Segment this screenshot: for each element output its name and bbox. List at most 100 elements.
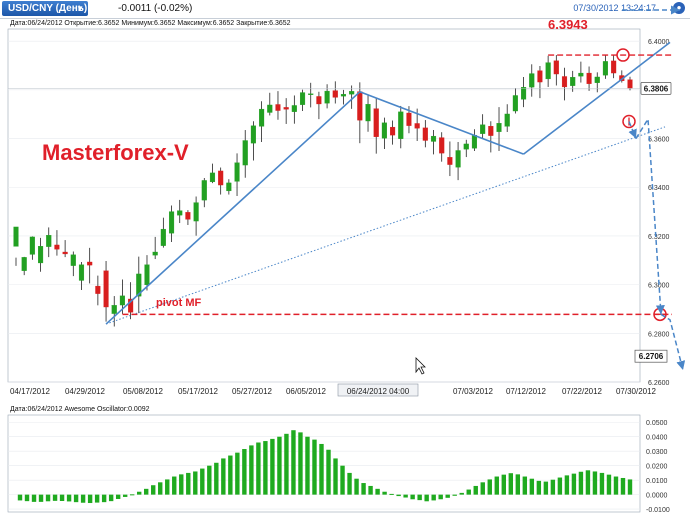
oscillator-bar bbox=[592, 471, 598, 495]
cursor-price-label: 6.2706 bbox=[639, 352, 664, 361]
candle-body bbox=[226, 182, 232, 192]
x-tick-label: 05/27/2012 bbox=[232, 387, 273, 396]
candle-body bbox=[299, 92, 306, 105]
oscillator-bar bbox=[431, 494, 436, 501]
oscillator-bar bbox=[298, 432, 303, 495]
oscillator-bar bbox=[487, 479, 492, 495]
oscillator-bar bbox=[564, 475, 570, 495]
oscillator-bar bbox=[172, 476, 177, 495]
candle-body bbox=[553, 60, 559, 75]
x-tick-label: 05/17/2012 bbox=[178, 387, 219, 396]
candle-body bbox=[87, 261, 93, 266]
x-tick-label: 06/05/2012 bbox=[286, 387, 327, 396]
candle-body bbox=[398, 111, 404, 139]
candle-body bbox=[488, 125, 494, 136]
candle-body bbox=[54, 244, 60, 250]
oscillator-bar bbox=[52, 494, 58, 501]
oscillator-bar bbox=[452, 494, 457, 496]
candle-body bbox=[209, 172, 216, 183]
oscillator-bar bbox=[522, 476, 528, 495]
oscillator-bar bbox=[585, 470, 591, 495]
candle-body bbox=[561, 76, 568, 88]
oscillator-bar bbox=[508, 473, 514, 495]
oscillator-bar bbox=[459, 492, 464, 495]
oscillator-bar bbox=[326, 449, 331, 495]
oscillator-bar bbox=[80, 494, 86, 503]
oscillator-bar bbox=[249, 445, 254, 495]
candle-body bbox=[242, 140, 248, 166]
oscillator-bar bbox=[613, 476, 619, 495]
candle-body bbox=[414, 123, 420, 129]
price-tick-label: 6.2600 bbox=[648, 380, 670, 387]
oscillator-bar bbox=[24, 494, 30, 502]
oscillator-bar bbox=[158, 482, 163, 495]
oscillator-bar bbox=[129, 494, 135, 496]
price-tick-label: 6.2800 bbox=[648, 331, 670, 338]
osc-tick-label: 0.0000 bbox=[646, 493, 668, 500]
candle-body bbox=[13, 226, 19, 247]
oscillator-bar bbox=[480, 482, 485, 495]
candle-body bbox=[259, 108, 265, 127]
candle-body bbox=[586, 72, 592, 84]
price-chart[interactable]: 6.40006.38006.36006.34006.32006.30006.28… bbox=[0, 0, 690, 522]
oscillator-bar bbox=[38, 494, 44, 502]
candle-body bbox=[512, 95, 518, 112]
oscillator-bar bbox=[115, 494, 121, 499]
peak-price-label: 6.3943 bbox=[548, 17, 588, 32]
price-tick-label: 6.3600 bbox=[648, 137, 670, 144]
oscillator-bar bbox=[221, 458, 226, 495]
oscillator-bar bbox=[270, 438, 275, 495]
candle-body bbox=[430, 135, 437, 142]
oscillator-bar bbox=[354, 478, 359, 495]
oscillator-bar bbox=[284, 433, 289, 495]
oscillator-bar bbox=[578, 471, 584, 495]
candle-body bbox=[602, 61, 608, 76]
candle-body bbox=[29, 236, 35, 255]
oscillator-bar bbox=[403, 494, 408, 498]
candle-body bbox=[78, 264, 85, 281]
oscillator-bar bbox=[438, 494, 443, 500]
candle-body bbox=[95, 285, 101, 294]
oscillator-bar bbox=[200, 468, 205, 495]
oscillator-bar bbox=[620, 477, 626, 495]
osc-tick-label: 0.0400 bbox=[646, 435, 668, 442]
oscillator-bar bbox=[571, 473, 577, 495]
candle-body bbox=[275, 104, 281, 111]
candle-body bbox=[291, 105, 297, 112]
oscillator-bar bbox=[557, 477, 563, 495]
oscillator-bar bbox=[396, 494, 401, 497]
oscillator-bar bbox=[277, 436, 282, 495]
osc-tick-label: 0.0300 bbox=[646, 449, 668, 456]
oscillator-bar bbox=[165, 479, 170, 495]
oscillator-bar bbox=[347, 472, 352, 495]
candle-body bbox=[46, 235, 52, 247]
price-tick-label: 6.3200 bbox=[648, 234, 670, 241]
candle-body bbox=[447, 157, 453, 165]
oscillator-bar bbox=[536, 480, 542, 495]
oscillator-bar bbox=[375, 488, 380, 495]
oscillator-bar bbox=[45, 494, 51, 502]
candle-body bbox=[463, 143, 469, 150]
oscillator-bar bbox=[87, 494, 93, 504]
oscillator-bar bbox=[382, 491, 387, 495]
candle-body bbox=[496, 123, 502, 132]
x-tick-label: 07/22/2012 bbox=[562, 387, 603, 396]
oscillator-bar bbox=[368, 485, 373, 495]
oscillator-bar bbox=[501, 474, 506, 495]
oscillator-bar bbox=[144, 488, 149, 495]
x-tick-label: 05/08/2012 bbox=[123, 387, 164, 396]
candle-body bbox=[349, 91, 355, 95]
pivot-label: pivot MF bbox=[156, 297, 201, 309]
oscillator-bar bbox=[101, 494, 107, 503]
price-tick-label: 6.3400 bbox=[648, 185, 670, 192]
oscillator-bar bbox=[340, 465, 345, 495]
oscillator-bar bbox=[66, 494, 72, 502]
oscillator-bar bbox=[291, 430, 296, 495]
candle-body bbox=[570, 77, 576, 86]
oscillator-bar bbox=[59, 494, 65, 501]
oscillator-bar bbox=[136, 491, 142, 495]
candle-body bbox=[332, 90, 338, 98]
candle-body bbox=[381, 122, 387, 139]
oscillator-bar bbox=[228, 455, 233, 495]
oscillator-bar bbox=[73, 494, 79, 503]
